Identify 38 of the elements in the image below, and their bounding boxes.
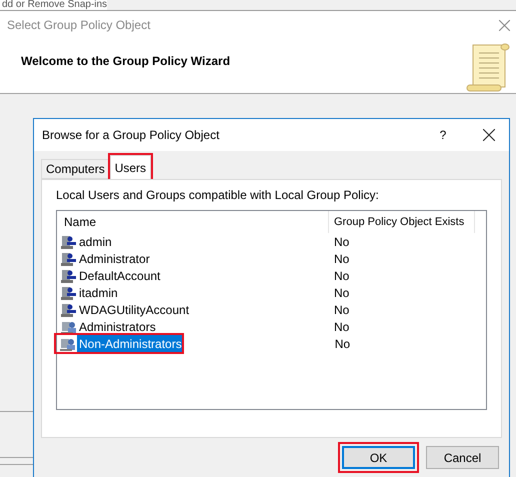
exists-cell-text: No [333,234,350,250]
exists-cell-text: No [333,318,350,336]
user-name: admin [78,234,113,250]
wizard-heading: Welcome to the Group Policy Wizard [21,53,230,70]
exists-cell-text: No [333,302,350,318]
user-name: DefaultAccount [78,268,162,284]
list-row[interactable]: DefaultAccount No [57,267,486,284]
column-header[interactable]: Group Policy Object Exists [329,211,475,233]
user-icon [61,284,77,300]
exists-cell-text: No [334,336,350,352]
list-row[interactable]: admin No [57,233,486,250]
list-row[interactable]: itadmin No [57,284,486,301]
column-header[interactable]: Name [57,211,329,233]
exists-cell-text: No [333,268,350,284]
user-icon [61,250,77,266]
user-icon [61,234,77,250]
dialog-title: Browse for a Group Policy Object [42,127,220,144]
help-button[interactable]: ? [433,126,453,144]
user-name: Administrator [78,250,151,268]
background-window-title: dd or Remove Snap-ins [0,0,108,10]
user-icon [61,302,77,318]
dialog-button[interactable]: OK [338,442,419,473]
user-name: itadmin [78,284,119,302]
exists-cell-text: No [333,250,350,268]
tab[interactable]: Computers [41,159,110,179]
list-label: Local Users and Groups compatible with Local Group Policy: [56,187,380,204]
tab[interactable]: Users [110,155,152,179]
user-name: WDAGUtilityAccount [78,302,190,318]
list-row[interactable]: Administrators No [57,318,486,335]
list-row[interactable]: WDAGUtilityAccount No [57,301,486,318]
scroll-icon [465,43,510,93]
window-title: Select Group Policy Object [7,17,150,34]
exists-cell-text: No [333,284,350,302]
user-name: Administrators [78,318,157,336]
user-icon [61,268,77,284]
user-name: Non-Administrators [77,334,184,352]
list-row[interactable]: Administrator No [57,250,486,267]
close-icon[interactable] [483,129,495,141]
